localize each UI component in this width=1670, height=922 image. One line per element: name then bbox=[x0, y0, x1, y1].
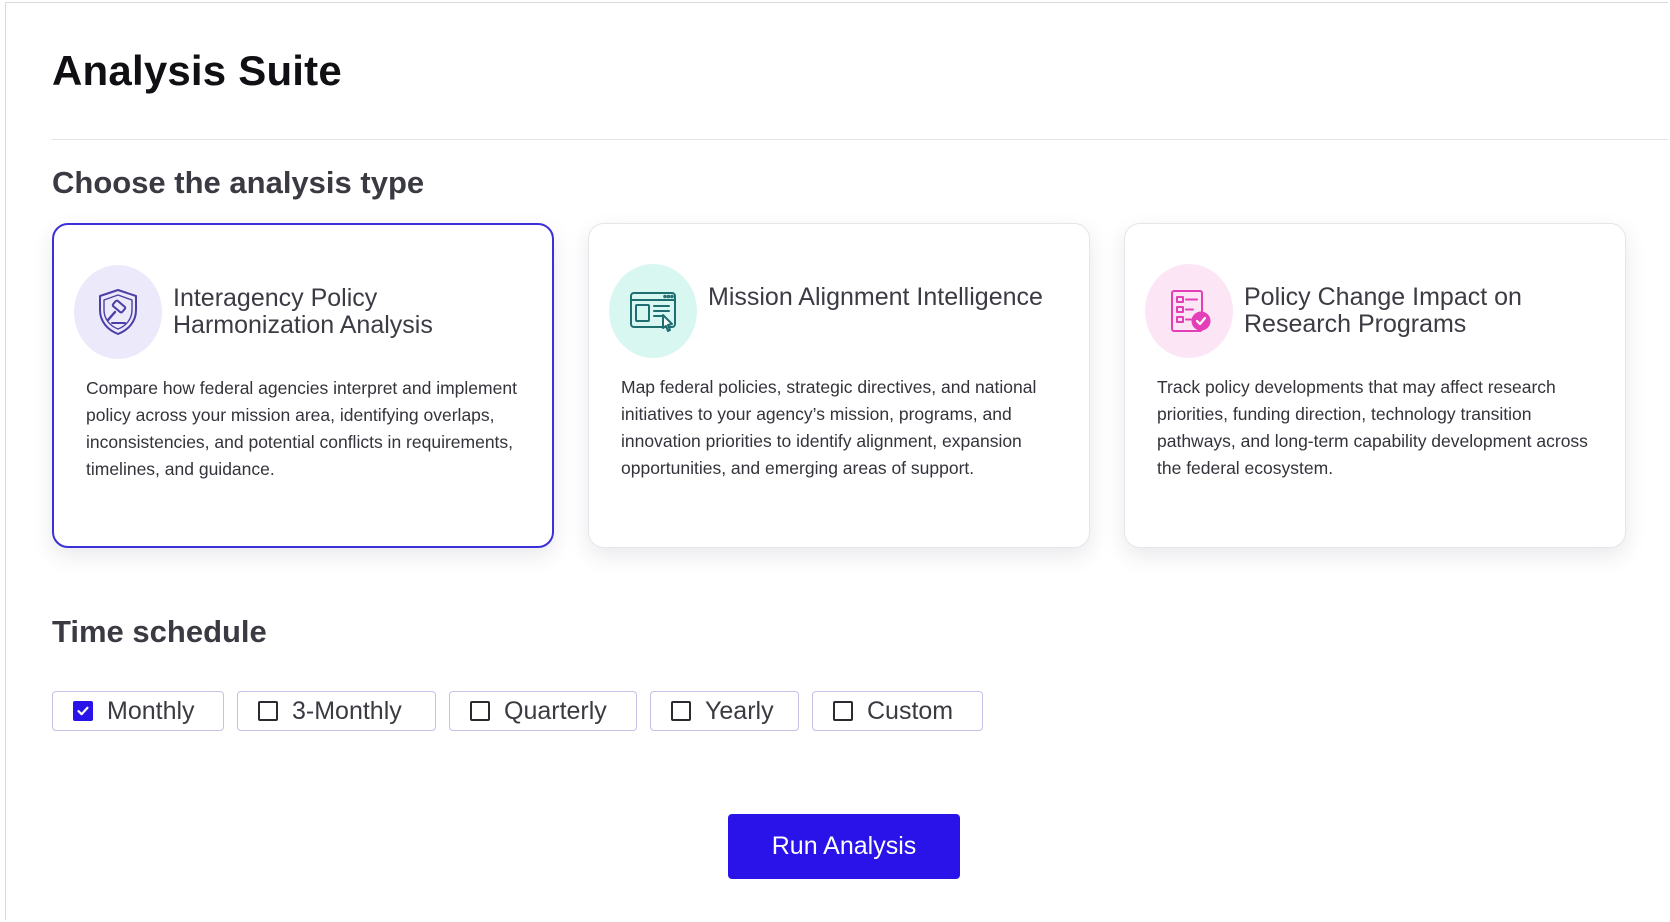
card-description: Track policy developments that may affec… bbox=[1157, 377, 1588, 478]
run-analysis-button[interactable]: Run Analysis bbox=[728, 814, 960, 879]
schedule-option-quarterly[interactable]: Quarterly bbox=[449, 691, 637, 731]
checklist-badge-icon bbox=[1145, 264, 1233, 358]
analysis-card-policy-change-impact[interactable]: Policy Change Impact on Research Program… bbox=[1124, 223, 1626, 548]
card-title: Policy Change Impact on Research Program… bbox=[1244, 283, 1522, 338]
schedule-option-yearly[interactable]: Yearly bbox=[650, 691, 799, 731]
browser-window-cursor-icon bbox=[609, 264, 697, 358]
app-window: Analysis Suite Choose the analysis type … bbox=[5, 2, 1668, 920]
schedule-option-monthly[interactable]: Monthly bbox=[52, 691, 224, 731]
header-divider bbox=[52, 139, 1668, 140]
analysis-card-interagency-policy[interactable]: Interagency Policy Harmonization Analysi… bbox=[52, 223, 554, 548]
page-title: Analysis Suite bbox=[52, 47, 342, 94]
card-description: Map federal policies, strategic directiv… bbox=[621, 377, 1037, 478]
checkbox-icon[interactable] bbox=[833, 701, 853, 721]
shield-gavel-icon bbox=[74, 265, 162, 359]
checkbox-icon[interactable] bbox=[470, 701, 490, 721]
schedule-option-3-monthly[interactable]: 3-Monthly bbox=[237, 691, 436, 731]
analysis-card-mission-alignment[interactable]: Mission Alignment Intelligence Map feder… bbox=[588, 223, 1090, 548]
schedule-option-label: Monthly bbox=[107, 696, 195, 725]
analysis-type-heading: Choose the analysis type bbox=[52, 165, 425, 200]
card-title: Mission Alignment Intelligence bbox=[708, 283, 1043, 311]
time-schedule-options: Monthly 3-Monthly Quarterly Yearly Custo… bbox=[52, 691, 983, 731]
schedule-option-label: 3-Monthly bbox=[292, 696, 402, 725]
time-schedule-heading: Time schedule bbox=[52, 614, 267, 649]
card-title: Interagency Policy Harmonization Analysi… bbox=[173, 284, 433, 339]
card-description: Compare how federal agencies interpret a… bbox=[86, 378, 517, 479]
schedule-option-label: Yearly bbox=[705, 696, 774, 725]
schedule-option-custom[interactable]: Custom bbox=[812, 691, 983, 731]
checkbox-checked-icon[interactable] bbox=[73, 701, 93, 721]
checkbox-icon[interactable] bbox=[671, 701, 691, 721]
checkbox-icon[interactable] bbox=[258, 701, 278, 721]
schedule-option-label: Quarterly bbox=[504, 696, 607, 725]
schedule-option-label: Custom bbox=[867, 696, 954, 725]
analysis-type-cards: Interagency Policy Harmonization Analysi… bbox=[52, 223, 1627, 548]
